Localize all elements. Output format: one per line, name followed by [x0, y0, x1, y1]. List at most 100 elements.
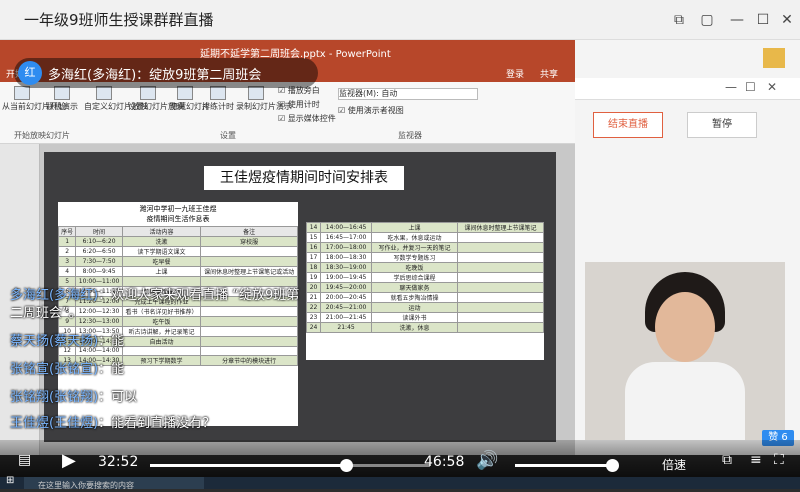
schedule-table-right: 14 14:00—16:45 上课 课间休息时整理上节课笔记 15 16:45—17:00… [305, 222, 544, 360]
table-subtitle: 疫情期间生活作息表 [146, 215, 210, 223]
duration: 46:58 [424, 454, 465, 470]
danmaku-icon[interactable]: ▤ [18, 452, 31, 468]
table-header: 活动内容 [121, 226, 202, 237]
progress-bar[interactable] [150, 459, 430, 472]
close-button[interactable]: ✕ [776, 10, 798, 30]
online-icon [54, 86, 70, 100]
table-cell: 看书（书名详见好书推荐） [121, 305, 202, 317]
present-online-button[interactable]: 联机演示 [44, 86, 80, 112]
table-cell: 聊天做家务 [371, 282, 458, 293]
table-cell: 22 [305, 302, 322, 313]
table-row: 20 19:45—20:00 聊天做家务 [305, 282, 544, 293]
panel-toolbar: — ☐ ✕ [575, 78, 800, 100]
minimize-icon[interactable]: — [725, 80, 737, 94]
table-cell: 2 [57, 246, 77, 257]
custom-slideshow-button[interactable]: 自定义幻灯片放映 [84, 86, 148, 112]
chat-message: 多海红(多海红)：欢迎大家来观看直播 “绽放9班第 [10, 284, 299, 303]
table-cell: 穿校服 [200, 236, 298, 247]
popout-icon[interactable]: ▢ [696, 10, 718, 30]
record-slideshow-button[interactable]: 录制幻灯片演示 [236, 86, 292, 112]
table-header: 时间 [75, 226, 123, 237]
checkbox-media-controls[interactable]: ☑ 显示媒体控件 [278, 114, 336, 124]
volume-knob[interactable] [606, 459, 619, 472]
setup-slideshow-button[interactable]: 设置幻灯片放映 [128, 86, 184, 112]
table-cell: 吃午饭 [121, 315, 202, 327]
windows-icon[interactable]: ⊞ [6, 475, 14, 486]
table-cell: 就看五步陶冶情操 [371, 292, 458, 303]
presenter-name: 多海红(多海红)：绽放9班第二周班会 [48, 68, 262, 83]
chat-message: 张铭宣(张铭宣)：能 [10, 358, 124, 377]
share-button[interactable]: 共享 [540, 67, 558, 80]
hide-slide-button[interactable]: 隐藏幻灯片 [170, 86, 210, 112]
volume-icon[interactable]: 🔊 [476, 450, 498, 471]
table-cell: 洗漱 [121, 236, 202, 247]
cam-face [655, 292, 715, 362]
chat-text: 二周班会”。 [10, 306, 82, 321]
setup-icon [140, 86, 156, 100]
folder-icon [763, 48, 785, 68]
table-cell [457, 242, 544, 253]
maximize-button[interactable]: ☐ [752, 10, 774, 30]
table-row: 9 12:30—13:00 吃午饭 [57, 315, 298, 327]
webcam-feed [585, 262, 785, 440]
table-cell [200, 345, 298, 357]
end-live-button[interactable]: 结束直播 [593, 112, 663, 138]
sign-in-link[interactable]: 登录 [506, 67, 524, 80]
speed-button[interactable]: 倍速 [662, 456, 686, 473]
table-row: 18 18:30—19:00 吃晚饭 [305, 262, 544, 273]
table-row: 4 8:00—9:45 上课 课间休息时整理上节课笔记或活动 [57, 266, 298, 277]
table-cell: 19 [305, 272, 322, 283]
timer-icon [210, 86, 226, 100]
chat-text: ：能 [98, 334, 125, 349]
close-icon[interactable]: ✕ [767, 80, 777, 94]
table-cell: 8:00—9:45 [75, 266, 123, 277]
table-cell: 18:00—18:30 [320, 252, 373, 263]
pin-icon[interactable]: ⧉ [668, 10, 690, 30]
table-cell: 写数学专题练习 [371, 252, 458, 263]
pip-icon[interactable]: ⧉ [722, 452, 732, 468]
table-cell: 20:45—21:00 [320, 302, 373, 313]
table-cell [200, 325, 298, 337]
table-cell: 18:30—19:00 [320, 262, 373, 273]
table-row: 2 6:20—6:50 读下学期语文课文 [57, 246, 298, 257]
fullscreen-icon[interactable]: ⛶ [774, 452, 784, 468]
table-cell: 19:45—20:00 [320, 282, 373, 293]
checkbox-presenter-view[interactable]: ☑ 使用演示者视图 [338, 106, 404, 116]
pause-button[interactable]: 暂停 [687, 112, 757, 138]
from-current-slide-button[interactable]: 从当前幻灯片开始 [2, 86, 66, 112]
chat-text: ：能看到直播没有？ [98, 416, 216, 431]
table-cell [200, 246, 298, 257]
table-cell: 20:00—20:45 [320, 292, 373, 303]
table-cell: 学后思综合课程 [371, 272, 458, 283]
window-title: 一年级9班师生授课群群直播 [24, 11, 214, 29]
table-row: 15 16:45—17:00 吃水果，休息或运动 [305, 232, 544, 243]
table-row: 3 7:30—7:50 吃早餐 [57, 256, 298, 267]
table-cell: 7:30—7:50 [75, 256, 123, 267]
table-cell: 12:00—12:30 [75, 305, 123, 317]
play-icon[interactable]: ▶ [62, 450, 76, 471]
chat-message: 蔡天扬(蔡天扬)：能 [10, 330, 124, 349]
progress-knob[interactable] [340, 459, 353, 472]
list-icon[interactable]: ≡ [750, 452, 762, 468]
ribbon: 从当前幻灯片开始 联机演示 自定义幻灯片放映 设置幻灯片放映 隐藏幻灯片 排练计… [0, 82, 575, 144]
group-setup: 设置 [220, 131, 236, 140]
monitor-select[interactable]: 监视器(M): 自动 [338, 88, 478, 100]
hide-icon [177, 86, 193, 100]
table-cell: 16:45—17:00 [320, 232, 373, 243]
volume-fill [515, 464, 612, 467]
volume-slider[interactable] [515, 459, 619, 472]
chat-user: 张铭翔(张铭翔) [10, 390, 99, 405]
table-cell [457, 292, 544, 303]
taskbar-search[interactable]: 在这里输入你要搜索的内容 [24, 477, 204, 490]
checkbox-timings[interactable]: ☑ 使用计时 [278, 100, 320, 110]
minimize-button[interactable]: — [726, 10, 748, 30]
table-cell [457, 312, 544, 323]
table-cell [457, 282, 544, 293]
rehearse-timings-button[interactable]: 排练计时 [200, 86, 236, 112]
maximize-icon[interactable]: ☐ [745, 80, 756, 94]
table-cell: 预习下学期数学 [121, 355, 202, 367]
table-header: 备注 [200, 226, 298, 237]
table-cell: 运动 [371, 302, 458, 313]
table-cell: 课间休息时整理上节课笔记 [457, 222, 544, 233]
